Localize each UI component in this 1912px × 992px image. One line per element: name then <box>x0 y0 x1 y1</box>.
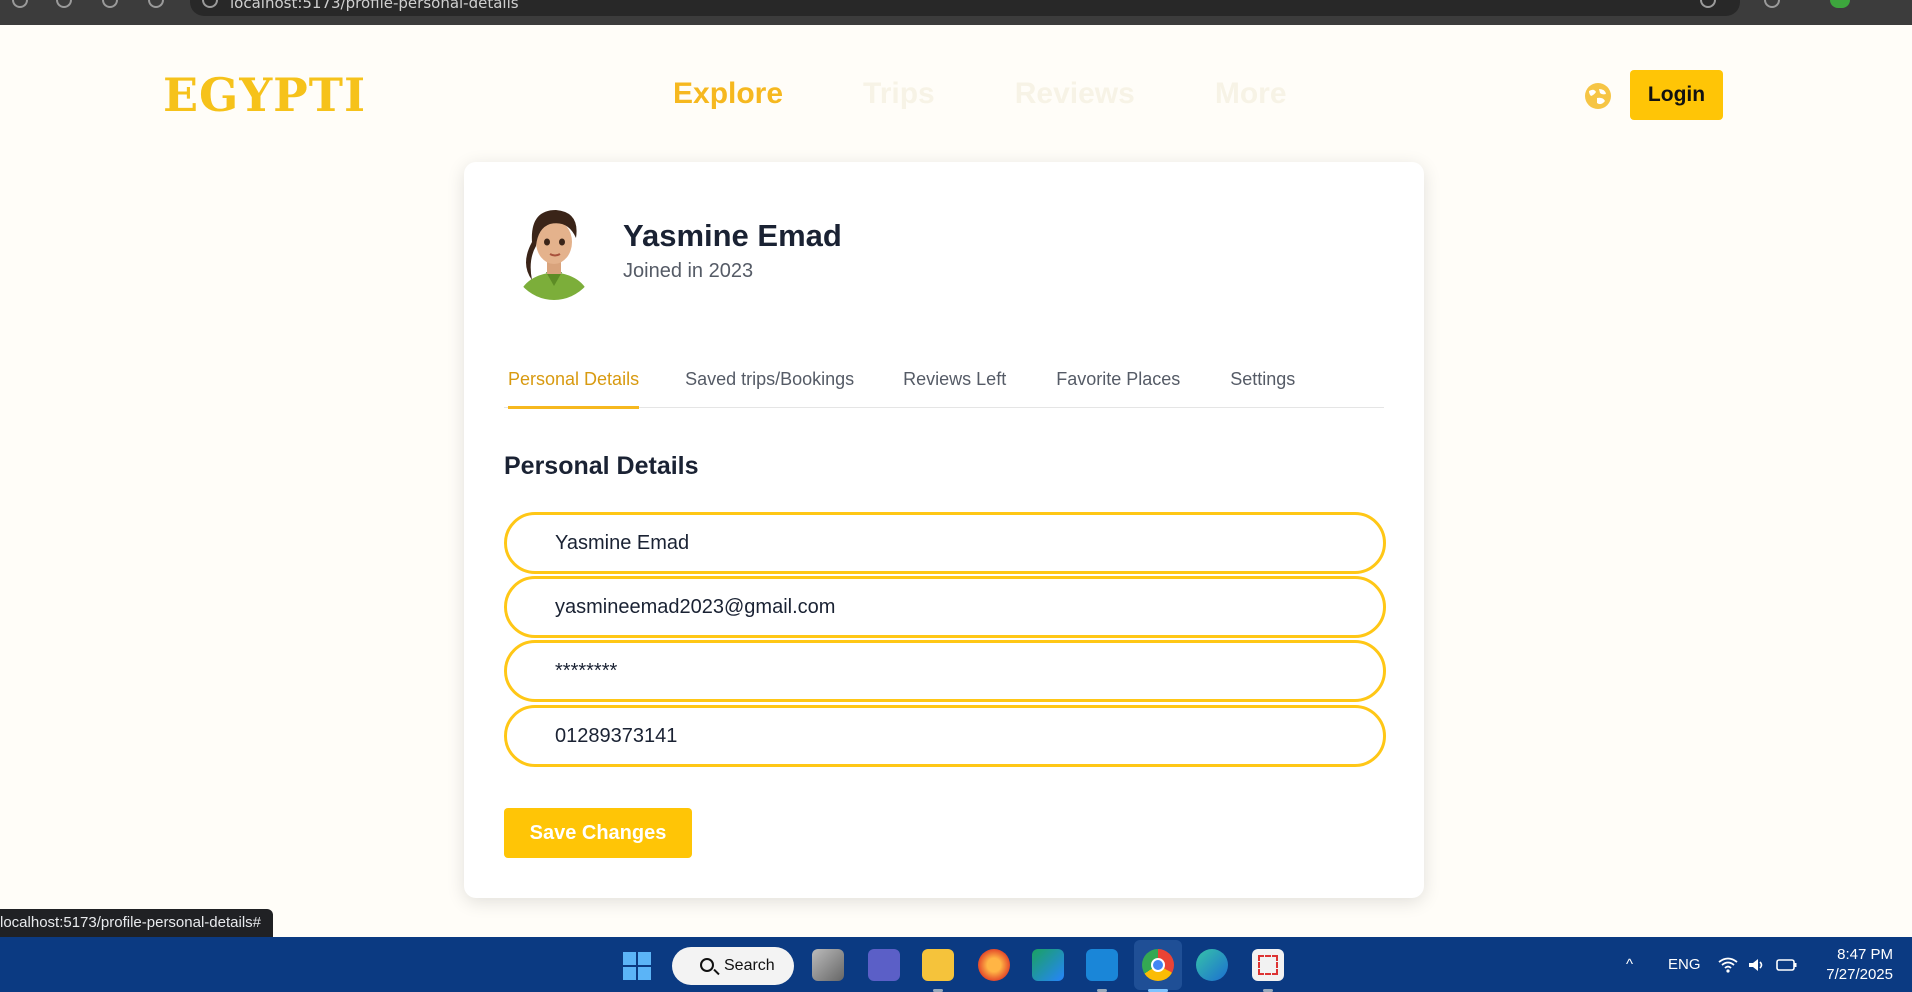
tab-saved-trips-bookings[interactable]: Saved trips/Bookings <box>685 350 854 408</box>
status-link-preview: localhost:5173/profile-personal-details# <box>0 909 273 937</box>
edge-icon[interactable] <box>1196 949 1228 981</box>
svg-text:EGYPTIFY: EGYPTIFY <box>163 69 363 119</box>
nav-more[interactable]: More <box>1215 77 1287 111</box>
password-field[interactable] <box>504 640 1386 702</box>
windows-start-icon[interactable] <box>623 952 651 980</box>
tab-search-icon[interactable] <box>1764 0 1780 8</box>
site-settings-icon[interactable] <box>148 0 164 8</box>
volume-icon[interactable] <box>1747 937 1767 992</box>
tab-reviews-left[interactable]: Reviews Left <box>903 350 1006 408</box>
tab-settings[interactable]: Settings <box>1230 350 1295 408</box>
address-text: localhost:5173/profile-personal-details <box>230 0 519 12</box>
taskbar-search[interactable]: Search <box>672 947 794 985</box>
taskbar: Search ^ ENG 8:47 PM 7/27/2025 <box>0 937 1912 992</box>
search-icon <box>700 958 714 972</box>
taskbar-search-label: Search <box>724 957 775 974</box>
teams-icon[interactable] <box>868 949 900 981</box>
battery-icon[interactable] <box>1776 937 1798 992</box>
logo[interactable]: EGYPTIFY <box>163 68 433 128</box>
save-changes-button[interactable]: Save Changes <box>504 808 692 858</box>
clock-time: 8:47 PM <box>1837 946 1893 963</box>
name-field[interactable] <box>504 512 1386 574</box>
main-nav: Explore Trips Reviews More <box>673 77 1287 111</box>
bookmark-star-icon[interactable] <box>1700 0 1716 8</box>
avatar <box>508 198 600 300</box>
address-bar[interactable]: localhost:5173/profile-personal-details <box>190 0 1740 16</box>
wifi-icon[interactable] <box>1718 937 1738 992</box>
tab-personal-details[interactable]: Personal Details <box>508 350 640 409</box>
profile-card: Yasmine Emad Joined in 2023 Personal Det… <box>464 162 1424 898</box>
profile-avatar-icon[interactable] <box>1830 0 1850 8</box>
file-explorer-icon[interactable] <box>922 949 954 992</box>
section-title: Personal Details <box>504 452 699 480</box>
reload-icon[interactable] <box>102 0 118 8</box>
nav-explore[interactable]: Explore <box>673 77 783 111</box>
profile-name: Yasmine Emad <box>623 218 842 253</box>
clock[interactable]: 8:47 PM 7/27/2025 <box>1808 945 1893 985</box>
forward-icon[interactable] <box>56 0 72 8</box>
login-button[interactable]: Login <box>1630 70 1723 120</box>
snipping-tool-icon[interactable] <box>1252 949 1284 992</box>
firefox-icon[interactable] <box>978 949 1010 981</box>
info-icon[interactable] <box>202 0 218 8</box>
chrome-icon[interactable] <box>1142 949 1174 992</box>
show-hidden-icons-icon[interactable]: ^ <box>1626 937 1633 992</box>
profile-tabs: Personal Details Saved trips/Bookings Re… <box>504 350 1384 409</box>
browser-chrome: localhost:5173/profile-personal-details <box>0 0 1912 25</box>
language-indicator[interactable]: ENG <box>1668 937 1701 992</box>
phone-field[interactable] <box>504 705 1386 767</box>
back-icon[interactable] <box>12 0 28 8</box>
meet-icon[interactable] <box>1032 949 1064 981</box>
language-globe-icon[interactable] <box>1585 83 1611 109</box>
joined-date: Joined in 2023 <box>623 260 754 282</box>
egyptify-logo-icon: EGYPTIFY <box>163 68 433 122</box>
clock-date: 7/27/2025 <box>1826 966 1893 983</box>
nav-reviews[interactable]: Reviews <box>1015 77 1135 111</box>
email-field[interactable] <box>504 576 1386 638</box>
tab-favorite-places[interactable]: Favorite Places <box>1056 350 1180 408</box>
nav-trips[interactable]: Trips <box>863 77 935 111</box>
task-view-icon[interactable] <box>812 949 844 981</box>
vscode-icon[interactable] <box>1086 949 1118 992</box>
site-header: EGYPTIFY Explore Trips Reviews More Logi… <box>0 25 1912 165</box>
